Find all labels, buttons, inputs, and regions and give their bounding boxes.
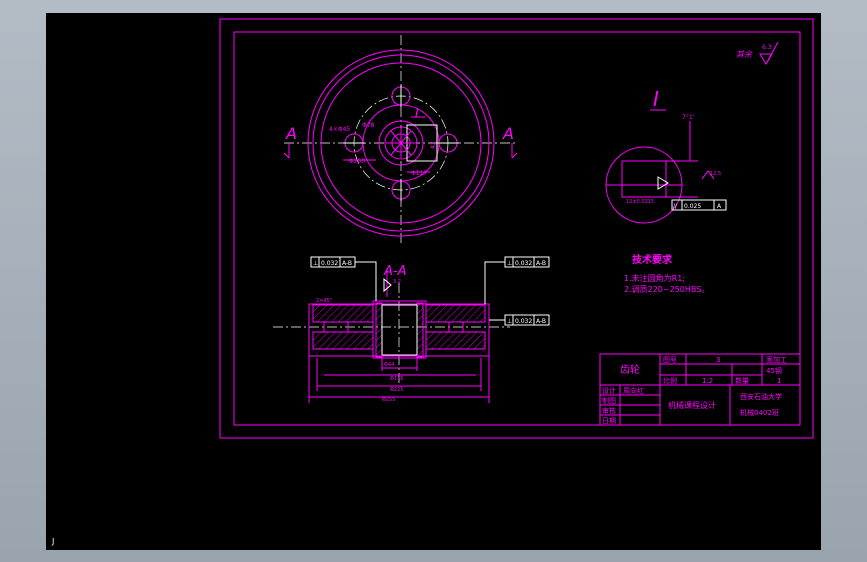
tol-datum: A-B <box>342 260 352 267</box>
tol-datum: A <box>717 203 722 210</box>
detail-label: I <box>653 87 659 111</box>
tol-value: 0.032 <box>515 260 532 267</box>
chamfer-label: 2×45° <box>316 298 333 304</box>
material-2: 45钢 <box>766 366 782 375</box>
tol-symbol: ⊥ <box>507 260 512 267</box>
section-mark-left: A <box>285 124 297 143</box>
sheet-inner-border <box>233 31 801 426</box>
dim-d: Φ255 <box>382 397 395 403</box>
tol-value: 0.025 <box>684 203 701 210</box>
tol-symbol: ⊥ <box>313 260 318 267</box>
dim-holes: 4×Φ45 <box>329 126 350 133</box>
dim-pcd: Φ78 <box>362 122 375 129</box>
tol-frame-top-left: ⊥ 0.032 A-B <box>310 256 377 301</box>
scale: 1:2 <box>702 377 713 385</box>
front-view: A A I 4×Φ45 Φ78 Φ250 Φ117 42 <box>283 35 518 243</box>
dim-hub: Φ117 <box>411 170 427 177</box>
title-block[interactable]: 齿轮 图号 3 比例 1:2 数量 1 面加工 45钢 设计 周向红 制图 审核… <box>599 353 801 426</box>
tol-symbol: ⊥ <box>507 318 512 325</box>
dim-b: Φ176 <box>390 376 403 382</box>
cad-viewport[interactable]: 其余 6.3 A A I 4×Φ45 Φ78 Φ250 Φ117 42 A-A … <box>46 13 821 550</box>
tech-req-item-1: 1.未注圆角为R1; <box>624 273 685 283</box>
school-name: 西安石油大学 <box>740 392 782 401</box>
roughness-symbol: 其余 6.3 <box>736 41 779 65</box>
qty: 1 <box>777 377 781 385</box>
row-design-name: 周向红 <box>623 386 644 395</box>
label-scale: 比例 <box>663 376 677 385</box>
tol-frame-right: ⊥ 0.032 A-B <box>489 314 550 326</box>
tech-req-item-2: 2.调质220~250HBS。 <box>624 284 709 294</box>
drawing-no: 3 <box>716 356 720 364</box>
dim-bore: Φ250 <box>349 158 365 165</box>
tol-frame-top-right: ⊥ 0.032 A-B <box>484 256 550 304</box>
drawing-sheet: 其余 6.3 A A I 4×Φ45 Φ78 Φ250 Φ117 42 A-A … <box>219 18 814 439</box>
technical-requirements: 技术要求 1.未注圆角为R1; 2.调质220~250HBS。 <box>624 253 709 294</box>
tech-req-title: 技术要求 <box>632 253 673 266</box>
dim-keyway: 42 <box>430 141 437 149</box>
detail-tol-frame: // 0.025 A <box>671 199 727 211</box>
roughness-label: 其余 <box>736 50 753 59</box>
row-check: 审核 <box>602 406 616 415</box>
row-design: 设计 <box>602 386 616 395</box>
dim-a: Φ44 <box>384 362 394 368</box>
detail-mark: I <box>415 106 419 120</box>
part-name: 齿轮 <box>620 363 640 376</box>
detail-view: I 7°1' 12.5 12±0.0215 // 0.025 A <box>605 87 727 224</box>
material-1: 面加工 <box>766 355 787 364</box>
dim-c: Φ225 <box>390 387 403 393</box>
tol-datum: A-B <box>536 260 546 267</box>
detail-width: 12±0.0215 <box>626 199 654 205</box>
class-name: 机械0402班 <box>740 408 779 417</box>
detail-angle: 7°1' <box>682 114 695 121</box>
row-draw: 制图 <box>602 396 616 405</box>
status-glyph: J <box>52 537 55 546</box>
section-view: A-A 3.2 Φ44 Φ176 Φ225 Φ255 2×45° ⊥ 0.032… <box>273 256 550 403</box>
tol-value: 0.032 <box>515 318 532 325</box>
section-mark-right: A <box>502 124 514 143</box>
roughness-value: 6.3 <box>762 44 772 51</box>
tol-value: 0.032 <box>321 260 338 267</box>
label-qty: 数量 <box>735 376 749 385</box>
tol-datum: A-B <box>536 318 546 325</box>
course-name: 机械课程设计 <box>668 400 716 410</box>
section-roughness: 3.2 <box>393 279 401 285</box>
row-approve: 日期 <box>602 417 616 425</box>
label-drawing-no: 图号 <box>663 356 677 364</box>
